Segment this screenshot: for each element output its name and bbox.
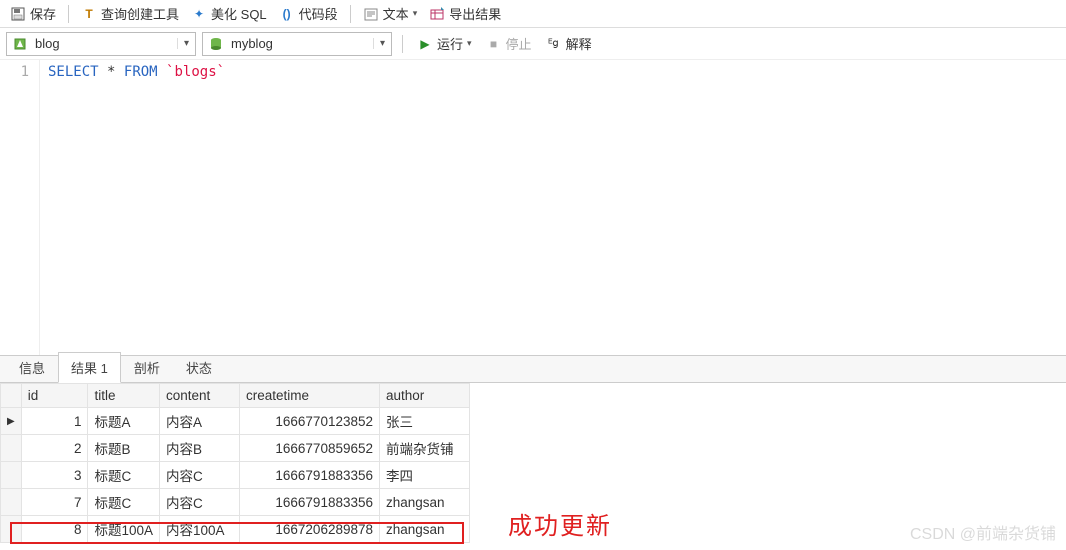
text-icon (363, 6, 379, 22)
separator (402, 35, 403, 53)
watermark-text: CSDN @前端杂货铺 (910, 520, 1056, 544)
play-icon: ▶ (417, 36, 433, 52)
chevron-down-icon: ▾ (373, 38, 391, 49)
row-marker (1, 462, 22, 489)
cell-author[interactable]: 李四 (380, 462, 470, 489)
code-snippet-label: 代码段 (299, 4, 338, 23)
cell-createtime[interactable]: 1666770123852 (240, 408, 380, 435)
context-bar: blog ▾ myblog ▾ ▶ 运行 ▾ ■ 停止 ᴱ𝗀 解释 (0, 28, 1066, 60)
db-cylinder-icon (207, 35, 225, 53)
cell-createtime[interactable]: 1666770859652 (240, 435, 380, 462)
cell-title[interactable]: 标题100A (88, 516, 160, 543)
cell-title[interactable]: 标题C (88, 489, 160, 516)
tab-result-1[interactable]: 结果 1 (58, 352, 121, 383)
cell-id[interactable]: 3 (21, 462, 88, 489)
star: * (107, 64, 115, 80)
cell-title[interactable]: 标题A (88, 408, 160, 435)
cell-content[interactable]: 内容C (160, 462, 240, 489)
stop-icon: ■ (486, 36, 502, 52)
run-label: 运行 (437, 34, 463, 53)
cell-author[interactable]: zhangsan (380, 516, 470, 543)
row-pointer-icon: ▶ (1, 408, 22, 435)
export-icon (429, 6, 445, 22)
stop-label: 停止 (506, 34, 532, 53)
row-marker (1, 489, 22, 516)
result-table[interactable]: id title content createtime author ▶ 1 标… (0, 383, 470, 543)
cell-createtime[interactable]: 1666791883356 (240, 489, 380, 516)
cell-author[interactable]: 前端杂货铺 (380, 435, 470, 462)
stop-button[interactable]: ■ 停止 (482, 32, 536, 55)
cell-author[interactable]: 张三 (380, 408, 470, 435)
tab-status[interactable]: 状态 (173, 352, 225, 382)
cell-content[interactable]: 内容B (160, 435, 240, 462)
query-builder-button[interactable]: T 查询创建工具 (77, 2, 183, 25)
code-icon: () (279, 6, 295, 22)
col-title[interactable]: title (88, 384, 160, 408)
explain-icon: ᴱ𝗀 (546, 36, 562, 52)
result-tabs: 信息 结果 1 剖析 状态 (0, 355, 1066, 383)
row-marker-header (1, 384, 22, 408)
save-button[interactable]: 保存 (6, 2, 60, 25)
save-icon (10, 6, 26, 22)
tab-info[interactable]: 信息 (6, 352, 58, 382)
text-label: 文本 (383, 4, 409, 23)
table-select[interactable]: myblog ▾ (202, 32, 392, 56)
kw-select: SELECT (48, 64, 99, 80)
query-builder-icon: T (81, 6, 97, 22)
explain-button[interactable]: ᴱ𝗀 解释 (542, 32, 596, 55)
cell-content[interactable]: 内容A (160, 408, 240, 435)
table-value: myblog (229, 36, 373, 51)
line-gutter: 1 (0, 60, 40, 355)
separator (350, 5, 351, 23)
annotation-text: 成功更新 (508, 506, 612, 541)
database-value: blog (33, 36, 177, 51)
cell-id[interactable]: 1 (21, 408, 88, 435)
col-id[interactable]: id (21, 384, 88, 408)
save-label: 保存 (30, 4, 56, 23)
export-label: 导出结果 (449, 4, 501, 23)
separator (68, 5, 69, 23)
code-snippet-button[interactable]: () 代码段 (275, 2, 342, 25)
text-button[interactable]: 文本 ▾ (359, 2, 422, 25)
cell-id[interactable]: 8 (21, 516, 88, 543)
table-header-row: id title content createtime author (1, 384, 470, 408)
table-ref: `blogs` (166, 64, 225, 80)
tab-profile[interactable]: 剖析 (121, 352, 173, 382)
row-marker (1, 435, 22, 462)
table-row[interactable]: 3 标题C 内容C 1666791883356 李四 (1, 462, 470, 489)
cell-id[interactable]: 7 (21, 489, 88, 516)
col-content[interactable]: content (160, 384, 240, 408)
main-toolbar: 保存 T 查询创建工具 ✦ 美化 SQL () 代码段 文本 ▾ 导出结果 (0, 0, 1066, 28)
beautify-sql-button[interactable]: ✦ 美化 SQL (187, 2, 271, 25)
table-row[interactable]: 2 标题B 内容B 1666770859652 前端杂货铺 (1, 435, 470, 462)
run-button[interactable]: ▶ 运行 ▾ (413, 32, 476, 55)
cell-createtime[interactable]: 1667206289878 (240, 516, 380, 543)
cell-content[interactable]: 内容100A (160, 516, 240, 543)
query-builder-label: 查询创建工具 (101, 4, 179, 23)
line-number: 1 (0, 64, 29, 80)
cell-createtime[interactable]: 1666791883356 (240, 462, 380, 489)
explain-label: 解释 (566, 34, 592, 53)
col-createtime[interactable]: createtime (240, 384, 380, 408)
export-result-button[interactable]: 导出结果 (425, 2, 505, 25)
row-marker (1, 516, 22, 543)
table-row[interactable]: 8 标题100A 内容100A 1667206289878 zhangsan (1, 516, 470, 543)
cell-title[interactable]: 标题B (88, 435, 160, 462)
table-row[interactable]: 7 标题C 内容C 1666791883356 zhangsan (1, 489, 470, 516)
cell-title[interactable]: 标题C (88, 462, 160, 489)
cell-id[interactable]: 2 (21, 435, 88, 462)
col-author[interactable]: author (380, 384, 470, 408)
kw-from: FROM (124, 64, 158, 80)
cell-author[interactable]: zhangsan (380, 489, 470, 516)
database-select[interactable]: blog ▾ (6, 32, 196, 56)
sql-code[interactable]: SELECT * FROM `blogs` (40, 60, 233, 355)
chevron-down-icon: ▾ (177, 38, 195, 49)
beautify-label: 美化 SQL (211, 4, 267, 23)
sql-editor[interactable]: 1 SELECT * FROM `blogs` (0, 60, 1066, 355)
beautify-icon: ✦ (191, 6, 207, 22)
database-icon (11, 35, 29, 53)
table-row[interactable]: ▶ 1 标题A 内容A 1666770123852 张三 (1, 408, 470, 435)
cell-content[interactable]: 内容C (160, 489, 240, 516)
